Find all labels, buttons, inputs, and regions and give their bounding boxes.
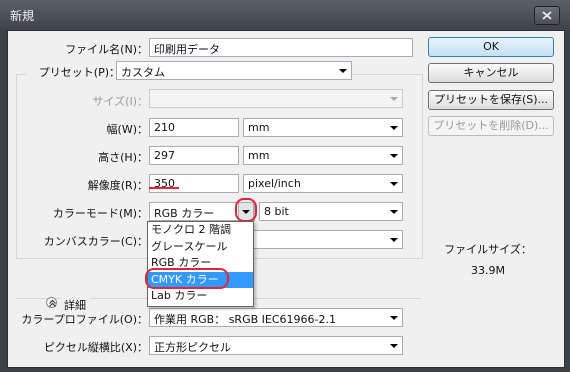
chevron-down-icon	[390, 344, 398, 348]
save-preset-button[interactable]: プリセットを保存(S)...	[428, 90, 554, 110]
height-unit-select[interactable]: mm	[243, 146, 403, 165]
resolution-unit-select[interactable]: pixel/inch	[243, 174, 403, 193]
close-icon	[542, 11, 552, 20]
width-input[interactable]: 210	[149, 118, 239, 137]
color-profile-value: 作業用 RGB： sRGB IEC61966-2.1	[154, 313, 336, 326]
pixel-aspect-select[interactable]: 正方形ピクセル	[149, 336, 403, 355]
chevron-down-icon	[390, 182, 398, 186]
preset-value: カスタム	[121, 66, 165, 79]
close-button[interactable]	[534, 6, 560, 25]
file-size-label: ファイルサイズ：	[444, 243, 532, 256]
height-unit-value: mm	[248, 149, 270, 162]
chevron-down-icon	[390, 238, 398, 242]
size-select[interactable]	[149, 89, 403, 108]
preset-select[interactable]: カスタム	[116, 61, 352, 80]
chevron-up-icon	[49, 299, 56, 307]
resolution-annotation-underline	[149, 187, 179, 189]
bit-depth-value: 8 bit	[264, 205, 289, 218]
size-label: サイズ(I)：	[92, 95, 149, 108]
ok-button[interactable]: OK	[428, 37, 554, 57]
dropdown-button-annotation-ring	[235, 198, 257, 222]
chevron-down-icon	[390, 316, 398, 320]
details-expander[interactable]	[46, 297, 57, 308]
preset-label: プリセット(P)：	[26, 64, 120, 80]
dropdown-option-lab[interactable]: Lab カラー	[148, 288, 253, 305]
chevron-down-icon	[390, 126, 398, 130]
chevron-down-icon	[390, 97, 398, 101]
color-profile-label: カラープロファイル(O)：	[21, 313, 148, 326]
dropdown-option-grayscale[interactable]: グレースケール	[148, 239, 253, 256]
color-mode-value: RGB カラー	[154, 207, 215, 220]
dropdown-option-bitmap[interactable]: モノクロ 2 階調	[148, 222, 253, 239]
color-profile-select[interactable]: 作業用 RGB： sRGB IEC61966-2.1	[149, 308, 403, 327]
color-mode-label: カラーモード(M)：	[52, 207, 148, 220]
title-bar: 新規	[0, 0, 570, 30]
resolution-label: 解像度(R)：	[87, 179, 148, 192]
pixel-aspect-value: 正方形ピクセル	[154, 341, 231, 354]
width-unit-select[interactable]: mm	[243, 118, 403, 137]
color-mode-dropdown-list: モノクロ 2 階調 グレースケール RGB カラー CMYK カラー Lab カ…	[147, 221, 254, 307]
height-input[interactable]: 297	[149, 146, 239, 165]
pixel-aspect-label: ピクセル縦横比(X)：	[43, 341, 148, 354]
dialog-client: ファイル名(N)： 印刷用データ プリセット(P)： カスタム サイズ(I)： …	[7, 30, 565, 368]
width-label: 幅(W)：	[106, 123, 148, 136]
file-name-input[interactable]: 印刷用データ	[149, 38, 413, 57]
cmyk-annotation-ring	[145, 268, 229, 289]
chevron-down-icon	[390, 210, 398, 214]
chevron-down-icon	[390, 154, 398, 158]
cancel-button[interactable]: キャンセル	[428, 63, 554, 83]
window-title: 新規	[10, 9, 35, 23]
file-size-value: 33.9M	[471, 264, 505, 277]
bit-depth-select[interactable]: 8 bit	[259, 202, 403, 221]
canvas-color-label: カンバスカラー(C)：	[43, 235, 148, 248]
chevron-down-icon	[339, 69, 347, 73]
resolution-unit-value: pixel/inch	[248, 177, 301, 190]
width-unit-value: mm	[248, 121, 270, 134]
resolution-input[interactable]: 350	[149, 174, 239, 193]
height-label: 高さ(H)：	[98, 151, 148, 164]
canvas-color-select[interactable]	[243, 230, 403, 249]
file-name-label: ファイル名(N)：	[65, 43, 148, 56]
delete-preset-button[interactable]: プリセットを削除(D)...	[428, 116, 554, 136]
